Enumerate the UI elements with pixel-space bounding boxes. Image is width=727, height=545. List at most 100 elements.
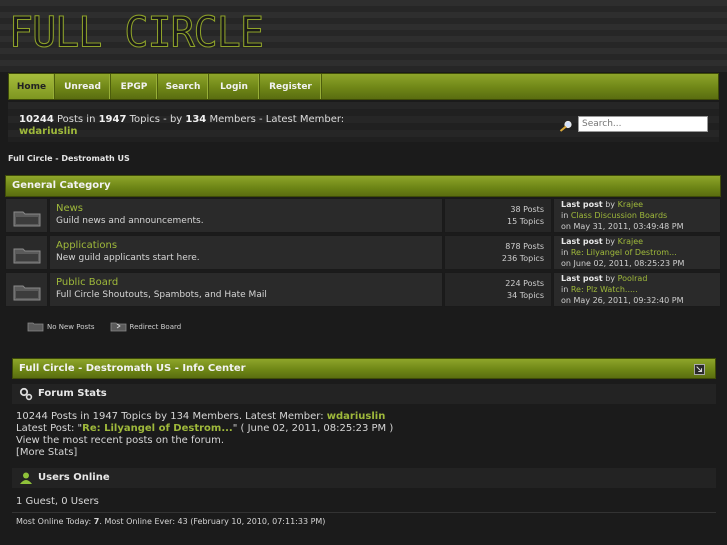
- last-post-by: by: [602, 274, 618, 283]
- info-center-title: Full Circle - Destromath US - Info Cente…: [19, 363, 246, 374]
- guests-line: 1 Guest, 0 Users: [16, 496, 99, 507]
- info-latest-member-link[interactable]: wdariuslin: [327, 411, 386, 422]
- latest-post-link[interactable]: Re: Lilyangel of Destrom...: [82, 423, 233, 434]
- last-post-topic-link[interactable]: Re: Lilyangel of Destrom...: [571, 248, 677, 257]
- forum-stats-bar: 10244 Posts in 1947 Topics - by 134 Memb…: [8, 102, 719, 142]
- board-info-cell: Applications New guild applicants start …: [49, 235, 443, 270]
- folder-icon: [13, 211, 41, 227]
- most-online-line: Most Online Today: 7. Most Online Ever: …: [16, 517, 325, 526]
- most-online-prefix: Most Online Today:: [16, 517, 94, 526]
- stats-members-count: 134: [185, 114, 207, 125]
- users-icon: [20, 472, 32, 484]
- redirect-board-icon: [110, 322, 126, 332]
- main-nav: Home Unread EPGP Search Login Register: [8, 73, 719, 100]
- board-name-link[interactable]: News: [56, 203, 83, 214]
- most-online-ever: . Most Online Ever: 43 (February 10, 201…: [99, 517, 326, 526]
- board-topics-count: 15 Topics: [506, 217, 544, 226]
- board-icon-cell: [5, 198, 48, 233]
- collapse-icon[interactable]: [694, 364, 705, 375]
- board-row-public: Public Board Full Circle Shoutouts, Spam…: [5, 272, 721, 307]
- last-post-label: Last post: [561, 200, 603, 209]
- stats-topics-count: 1947: [98, 114, 127, 125]
- legend-redirect-label: Redirect Board: [129, 322, 182, 331]
- info-latest-post-line: Latest Post: "Re: Lilyangel of Destrom..…: [16, 423, 393, 434]
- board-info-cell: Public Board Full Circle Shoutouts, Spam…: [49, 272, 443, 307]
- users-online-subheader: Users Online: [12, 468, 716, 488]
- board-name-link[interactable]: Public Board: [56, 277, 118, 288]
- last-post-author-link[interactable]: Poolrad: [618, 274, 648, 283]
- nav-search[interactable]: Search: [158, 74, 209, 99]
- more-stats-link[interactable]: [More Stats]: [16, 447, 77, 458]
- gears-icon: [19, 387, 33, 401]
- stats-summary: 10244 Posts in 1947 Topics - by 134 Memb…: [19, 114, 344, 125]
- stats-posts-count: 10244: [19, 114, 54, 125]
- info-stats-text: 10244 Posts in 1947 Topics by 134 Member…: [16, 411, 327, 422]
- latest-member-link[interactable]: wdariuslin: [19, 126, 78, 137]
- board-stats-cell: 878 Posts 236 Topics: [444, 235, 552, 270]
- nav-epgp[interactable]: EPGP: [111, 74, 158, 99]
- legend-no-new-label: No New Posts: [47, 322, 95, 331]
- last-post-topic-line: in Class Discussion Boards: [561, 211, 667, 220]
- board-description: Full Circle Shoutouts, Spambots, and Hat…: [56, 290, 267, 300]
- breadcrumb[interactable]: Full Circle - Destromath US: [8, 154, 130, 163]
- last-post-topic-link[interactable]: Re: Plz Watch.....: [571, 285, 638, 294]
- last-post-author-link[interactable]: Krajee: [618, 237, 644, 246]
- last-post-byline: Last post by Krajee: [561, 200, 643, 209]
- last-post-in: in: [561, 211, 571, 220]
- forum-stats-subheader: Forum Stats: [12, 384, 716, 404]
- last-post-date: on May 31, 2011, 03:49:48 PM: [561, 222, 684, 231]
- folder-icon: [13, 248, 41, 264]
- recent-posts-link[interactable]: View the most recent posts on the forum.: [16, 435, 224, 446]
- board-last-post-cell: Last post by Poolrad in Re: Plz Watch...…: [553, 272, 721, 307]
- last-post-author-link[interactable]: Krajee: [618, 200, 644, 209]
- last-post-by: by: [602, 200, 618, 209]
- forum-stats-label: Forum Stats: [38, 388, 107, 399]
- last-post-byline: Last post by Poolrad: [561, 274, 647, 283]
- divider: [12, 512, 716, 513]
- board-posts-count: 878 Posts: [505, 242, 544, 251]
- stats-topics-label: Topics - by: [126, 114, 186, 125]
- board-row-applications: Applications New guild applicants start …: [5, 235, 721, 270]
- nav-unread[interactable]: Unread: [55, 74, 111, 99]
- last-post-byline: Last post by Krajee: [561, 237, 643, 246]
- nav-register[interactable]: Register: [260, 74, 322, 99]
- board-icon-cell: [5, 235, 48, 270]
- board-info-cell: News Guild news and announcements.: [49, 198, 443, 233]
- category-header[interactable]: General Category: [5, 175, 721, 197]
- last-post-topic-line: in Re: Lilyangel of Destrom...: [561, 248, 677, 257]
- last-post-in: in: [561, 248, 571, 257]
- board-last-post-cell: Last post by Krajee in Re: Lilyangel of …: [553, 235, 721, 270]
- stats-members-label: Members - Latest Member:: [206, 114, 345, 125]
- last-post-in: in: [561, 285, 571, 294]
- site-logo[interactable]: FULL CIRCLE: [9, 8, 265, 57]
- last-post-label: Last post: [561, 274, 603, 283]
- board-name-link[interactable]: Applications: [56, 240, 117, 251]
- search-input[interactable]: [578, 116, 708, 132]
- info-center-header: Full Circle - Destromath US - Info Cente…: [12, 358, 716, 379]
- board-last-post-cell: Last post by Krajee in Class Discussion …: [553, 198, 721, 233]
- folder-icon: [13, 285, 41, 301]
- board-topics-count: 34 Topics: [506, 291, 544, 300]
- board-stats-cell: 38 Posts 15 Topics: [444, 198, 552, 233]
- last-post-label: Last post: [561, 237, 603, 246]
- last-post-date: on May 26, 2011, 09:32:40 PM: [561, 296, 684, 305]
- nav-home[interactable]: Home: [9, 74, 55, 99]
- last-post-topic-link[interactable]: Class Discussion Boards: [571, 211, 667, 220]
- board-description: Guild news and announcements.: [56, 216, 204, 226]
- board-row-news: News Guild news and announcements. 38 Po…: [5, 198, 721, 233]
- last-post-topic-line: in Re: Plz Watch.....: [561, 285, 638, 294]
- nav-login[interactable]: Login: [209, 74, 260, 99]
- site-header: FULL CIRCLE: [0, 0, 727, 72]
- board-stats-cell: 224 Posts 34 Topics: [444, 272, 552, 307]
- board-posts-count: 38 Posts: [510, 205, 544, 214]
- board-posts-count: 224 Posts: [505, 279, 544, 288]
- board-icon-cell: [5, 272, 48, 307]
- latest-post-prefix: Latest Post: ": [16, 423, 83, 434]
- search-icon[interactable]: [559, 120, 573, 132]
- board-topics-count: 236 Topics: [501, 254, 544, 263]
- last-post-date: on June 02, 2011, 08:25:23 PM: [561, 259, 685, 268]
- latest-post-date: " ( June 02, 2011, 08:25:23 PM ): [232, 423, 394, 434]
- no-new-posts-icon: [27, 322, 44, 332]
- stats-posts-label: Posts in: [53, 114, 99, 125]
- users-online-label: Users Online: [38, 472, 110, 483]
